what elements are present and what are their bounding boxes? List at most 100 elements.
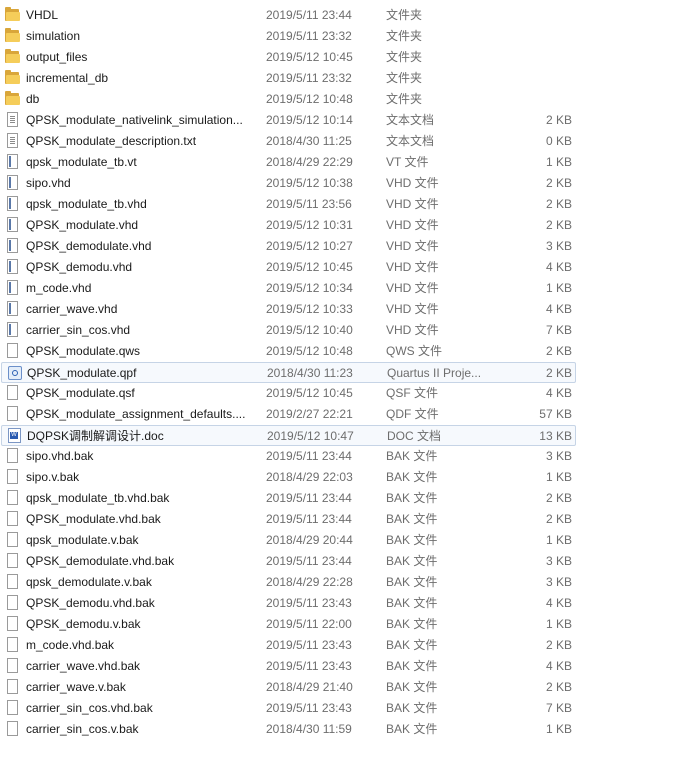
file-date-modified: 2019/5/12 10:48: [266, 92, 353, 106]
file-size: 2 KB: [545, 113, 572, 127]
file-date-modified: 2019/5/12 10:47: [267, 429, 354, 443]
blank-file-icon: [7, 574, 18, 589]
file-name: incremental_db: [26, 71, 109, 85]
file-row[interactable]: sipo.vhd 2019/5/12 10:38 VHD 文件 2 KB: [0, 173, 697, 194]
file-type: BAK 文件: [386, 554, 438, 568]
file-row[interactable]: QPSK_demodulate.vhd 2019/5/12 10:27 VHD 文件…: [0, 236, 697, 257]
file-row[interactable]: QPSK_modulate.qpf 2018/4/30 11:23 Quartus …: [1, 362, 576, 383]
code-file-icon: [7, 196, 18, 211]
file-row[interactable]: db 2019/5/12 10:48 文件夹: [0, 89, 697, 110]
file-row[interactable]: carrier_wave.v.bak 2018/4/29 21:40 BAK 文件 2…: [0, 677, 697, 698]
file-name: m_code.vhd.bak: [26, 638, 115, 652]
file-size: 2 KB: [545, 680, 572, 694]
file-row[interactable]: qpsk_modulate_tb.vhd 2019/5/11 23:56 VHD 文…: [0, 194, 697, 215]
file-size: 2 KB: [545, 176, 572, 190]
folder-icon: [5, 91, 20, 105]
file-size: 2 KB: [545, 491, 572, 505]
file-name: QPSK_modulate.vhd.bak: [26, 512, 161, 526]
file-size: 1 KB: [545, 155, 572, 169]
file-row[interactable]: QPSK_modulate.vhd.bak 2019/5/11 23:44 BAK …: [0, 509, 697, 530]
file-date-modified: 2019/5/12 10:34: [266, 281, 353, 295]
file-size: 4 KB: [545, 386, 572, 400]
file-date-modified: 2019/5/12 10:45: [266, 386, 353, 400]
file-name: QPSK_modulate.qsf: [26, 386, 135, 400]
file-row[interactable]: QPSK_modulate_assignment_defaults.... 201…: [0, 404, 697, 425]
file-name: QPSK_demodu.vhd.bak: [26, 596, 155, 610]
file-row[interactable]: qpsk_modulate_tb.vhd.bak 2019/5/11 23:44 B…: [0, 488, 697, 509]
file-size: 1 KB: [545, 470, 572, 484]
file-row[interactable]: VHDL 2019/5/11 23:44 文件夹: [0, 5, 697, 26]
file-date-modified: 2019/5/12 10:45: [266, 260, 353, 274]
file-row[interactable]: QPSK_modulate.qws 2019/5/12 10:48 QWS 文件 2 …: [0, 341, 697, 362]
code-file-icon: [7, 175, 18, 190]
file-row[interactable]: W DQPSK调制解调设计.doc 2019/5/12 10:47 DOC 文档 13 …: [1, 425, 576, 446]
file-date-modified: 2019/5/12 10:48: [266, 344, 353, 358]
code-file-icon: [7, 259, 18, 274]
file-row[interactable]: carrier_wave.vhd 2019/5/12 10:33 VHD 文件 4 K…: [0, 299, 697, 320]
file-row[interactable]: carrier_sin_cos.v.bak 2018/4/30 11:59 BAK …: [0, 719, 697, 740]
file-size: 57 KB: [539, 407, 572, 421]
file-name: QPSK_demodulate.vhd: [26, 239, 152, 253]
file-name: simulation: [26, 29, 81, 43]
file-row[interactable]: m_code.vhd.bak 2019/5/11 23:43 BAK 文件 2 KB: [0, 635, 697, 656]
file-size: 2 KB: [545, 638, 572, 652]
file-row[interactable]: carrier_sin_cos.vhd.bak 2019/5/11 23:43 BA…: [0, 698, 697, 719]
file-row[interactable]: qpsk_demodulate.v.bak 2018/4/29 22:28 BAK …: [0, 572, 697, 593]
file-row[interactable]: incremental_db 2019/5/11 23:32 文件夹: [0, 68, 697, 89]
file-name: carrier_sin_cos.v.bak: [26, 722, 139, 736]
file-row[interactable]: QPSK_modulate_nativelink_simulation... 20…: [0, 110, 697, 131]
file-type: QWS 文件: [386, 344, 442, 358]
file-row[interactable]: QPSK_modulate_description.txt 2018/4/30 1…: [0, 131, 697, 152]
file-type: QSF 文件: [386, 386, 439, 400]
file-row[interactable]: sipo.v.bak 2018/4/29 22:03 BAK 文件 1 KB: [0, 467, 697, 488]
file-date-modified: 2019/5/12 10:45: [266, 50, 353, 64]
file-type: VHD 文件: [386, 260, 439, 274]
file-row[interactable]: carrier_sin_cos.vhd 2019/5/12 10:40 VHD 文件…: [0, 320, 697, 341]
file-name: QPSK_demodu.vhd: [26, 260, 133, 274]
file-type: BAK 文件: [386, 722, 438, 736]
file-name: QPSK_demodu.v.bak: [26, 617, 141, 631]
file-row[interactable]: QPSK_modulate.vhd 2019/5/12 10:31 VHD 文件 2 …: [0, 215, 697, 236]
file-name: qpsk_modulate.v.bak: [26, 533, 139, 547]
file-name: QPSK_modulate.qws: [26, 344, 141, 358]
file-row[interactable]: QPSK_demodulate.vhd.bak 2019/5/11 23:44 BA…: [0, 551, 697, 572]
file-row[interactable]: QPSK_demodu.v.bak 2019/5/11 22:00 BAK 文件 1 …: [0, 614, 697, 635]
file-date-modified: 2018/4/30 11:25: [266, 134, 352, 148]
code-file-icon: [7, 238, 18, 253]
file-row[interactable]: sipo.vhd.bak 2019/5/11 23:44 BAK 文件 3 KB: [0, 446, 697, 467]
file-name: QPSK_modulate_description.txt: [26, 134, 197, 148]
file-name: qpsk_demodulate.v.bak: [26, 575, 152, 589]
blank-file-icon: [7, 511, 18, 526]
file-type: BAK 文件: [386, 533, 438, 547]
file-row[interactable]: QPSK_demodu.vhd 2019/5/12 10:45 VHD 文件 4 KB: [0, 257, 697, 278]
file-date-modified: 2019/5/11 23:44: [266, 512, 352, 526]
file-name: VHDL: [26, 8, 59, 22]
code-file-icon: [7, 154, 18, 169]
file-row[interactable]: carrier_wave.vhd.bak 2019/5/11 23:43 BAK 文…: [0, 656, 697, 677]
file-date-modified: 2019/5/11 23:43: [266, 659, 352, 673]
folder-icon: [5, 70, 20, 84]
file-row[interactable]: output_files 2019/5/12 10:45 文件夹: [0, 47, 697, 68]
file-type: BAK 文件: [386, 575, 438, 589]
file-row[interactable]: QPSK_demodu.vhd.bak 2019/5/11 23:43 BAK 文件…: [0, 593, 697, 614]
file-size: 2 KB: [545, 366, 572, 380]
file-row[interactable]: qpsk_modulate_tb.vt 2018/4/29 22:29 VT 文件 1…: [0, 152, 697, 173]
file-size: 2 KB: [545, 197, 572, 211]
file-name: QPSK_demodulate.vhd.bak: [26, 554, 175, 568]
file-row[interactable]: simulation 2019/5/11 23:32 文件夹: [0, 26, 697, 47]
file-size: 7 KB: [545, 701, 572, 715]
file-name: carrier_wave.vhd.bak: [26, 659, 141, 673]
file-row[interactable]: QPSK_modulate.qsf 2019/5/12 10:45 QSF 文件 4 …: [0, 383, 697, 404]
file-type: 文件夹: [386, 71, 423, 85]
file-row[interactable]: qpsk_modulate.v.bak 2018/4/29 20:44 BAK 文件…: [0, 530, 697, 551]
file-date-modified: 2019/5/12 10:33: [266, 302, 353, 316]
file-type: VHD 文件: [386, 281, 439, 295]
file-name: carrier_wave.v.bak: [26, 680, 126, 694]
file-size: 4 KB: [545, 596, 572, 610]
file-row[interactable]: m_code.vhd 2019/5/12 10:34 VHD 文件 1 KB: [0, 278, 697, 299]
file-type: BAK 文件: [386, 638, 438, 652]
blank-file-icon: [7, 658, 18, 673]
file-type: BAK 文件: [386, 617, 438, 631]
file-name: carrier_sin_cos.vhd.bak: [26, 701, 153, 715]
file-type: 文件夹: [386, 8, 423, 22]
